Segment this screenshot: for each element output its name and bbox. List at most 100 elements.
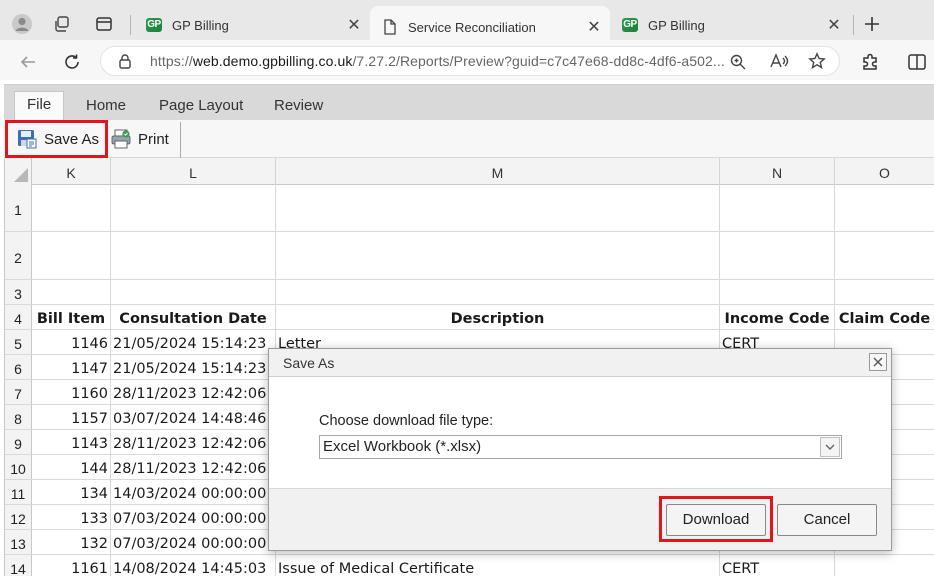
row-header[interactable]: 13: [5, 530, 32, 554]
address-bar[interactable]: https://web.demo.gpbilling.co.uk/7.27.2/…: [100, 46, 840, 76]
ribbon-tab-bar: File Home Page Layout Review: [4, 84, 934, 121]
row-header[interactable]: 14: [5, 555, 32, 576]
tab-home[interactable]: Home: [74, 93, 138, 121]
column-header-o[interactable]: O: [835, 158, 934, 185]
profile-icon[interactable]: [10, 12, 34, 36]
table-cell[interactable]: 07/03/2024 00:00:00: [111, 530, 276, 554]
table-cell[interactable]: [32, 280, 111, 304]
table-cell[interactable]: [720, 232, 835, 279]
vertical-tabs-icon[interactable]: [92, 12, 116, 36]
tab-gp-billing-1[interactable]: GP GP Billing ✕: [134, 8, 370, 42]
table-cell[interactable]: [835, 555, 934, 576]
file-toolbar: Save As Print: [4, 120, 934, 158]
table-cell[interactable]: 132: [32, 530, 111, 554]
table-cell[interactable]: 14/03/2024 00:00:00: [111, 480, 276, 504]
table-row: 4 Bill Item Consultation Date Description In…: [5, 305, 934, 330]
table-cell[interactable]: [32, 232, 111, 279]
table-cell[interactable]: 07/03/2024 00:00:00: [111, 505, 276, 529]
table-cell[interactable]: 14/08/2024 14:45:03: [111, 555, 276, 576]
table-cell[interactable]: 144: [32, 455, 111, 479]
table-cell[interactable]: 133: [32, 505, 111, 529]
table-cell[interactable]: [720, 280, 835, 304]
cancel-button[interactable]: Cancel: [777, 504, 877, 536]
column-header-l[interactable]: L: [111, 158, 276, 185]
gp-billing-favicon-icon: GP: [622, 18, 638, 32]
workspaces-icon[interactable]: [50, 12, 74, 36]
column-title-cell[interactable]: Claim Code: [835, 305, 934, 329]
table-cell[interactable]: 1157: [32, 405, 111, 429]
row-header[interactable]: 9: [5, 430, 32, 454]
table-cell[interactable]: 1146: [32, 330, 111, 354]
column-title-cell[interactable]: Description: [276, 305, 720, 329]
table-cell[interactable]: 28/11/2023 12:42:06: [111, 380, 276, 404]
table-cell[interactable]: [835, 185, 934, 231]
table-cell[interactable]: [835, 232, 934, 279]
column-title-cell[interactable]: Consultation Date: [111, 305, 276, 329]
table-cell[interactable]: [276, 232, 720, 279]
back-icon[interactable]: [14, 48, 42, 76]
chevron-down-icon[interactable]: [820, 437, 840, 457]
zoom-icon[interactable]: [729, 53, 747, 76]
table-cell[interactable]: 21/05/2024 15:14:23: [111, 330, 276, 354]
table-cell[interactable]: [835, 280, 934, 304]
table-cell[interactable]: [111, 185, 276, 231]
table-cell[interactable]: 1143: [32, 430, 111, 454]
split-screen-icon[interactable]: [903, 48, 931, 76]
column-title-cell[interactable]: Income Code: [720, 305, 835, 329]
table-cell[interactable]: 134: [32, 480, 111, 504]
table-cell[interactable]: [276, 280, 720, 304]
table-row: 2: [5, 232, 934, 280]
table-cell[interactable]: 1160: [32, 380, 111, 404]
column-header-m[interactable]: M: [276, 158, 720, 185]
dialog-close-icon[interactable]: [869, 353, 887, 371]
save-as-highlight-box: [5, 120, 108, 158]
table-cell[interactable]: 1147: [32, 355, 111, 379]
table-cell[interactable]: CERT: [720, 555, 835, 576]
close-tab-icon[interactable]: ✕: [344, 15, 364, 35]
row-header[interactable]: 6: [5, 355, 32, 379]
lock-icon[interactable]: [118, 53, 132, 74]
tab-page-layout[interactable]: Page Layout: [147, 93, 255, 121]
table-cell[interactable]: [32, 185, 111, 231]
column-header-n[interactable]: N: [720, 158, 835, 185]
row-header[interactable]: 11: [5, 480, 32, 504]
refresh-icon[interactable]: [58, 48, 86, 76]
table-cell[interactable]: [720, 185, 835, 231]
row-header[interactable]: 4: [5, 305, 32, 329]
select-all-corner[interactable]: [5, 158, 32, 185]
row-header[interactable]: 7: [5, 380, 32, 404]
column-header-k[interactable]: K: [32, 158, 111, 185]
favorite-star-icon[interactable]: [808, 52, 826, 75]
table-cell[interactable]: 1161: [32, 555, 111, 576]
tab-review[interactable]: Review: [262, 93, 335, 121]
row-header[interactable]: 1: [5, 185, 32, 231]
tab-file[interactable]: File: [14, 91, 65, 121]
table-cell[interactable]: 21/05/2024 15:14:23: [111, 355, 276, 379]
table-cell[interactable]: 28/11/2023 12:42:06: [111, 430, 276, 454]
document-favicon-icon: [382, 19, 398, 35]
row-header[interactable]: 12: [5, 505, 32, 529]
row-header[interactable]: 3: [5, 280, 32, 304]
table-cell[interactable]: 28/11/2023 12:42:06: [111, 455, 276, 479]
print-button[interactable]: Print: [110, 124, 169, 154]
tab-gp-billing-2[interactable]: GP GP Billing ✕: [610, 8, 850, 42]
extensions-icon[interactable]: [856, 48, 884, 76]
row-header[interactable]: 10: [5, 455, 32, 479]
table-cell[interactable]: [111, 232, 276, 279]
row-header[interactable]: 8: [5, 405, 32, 429]
column-title-cell[interactable]: Bill Item: [32, 305, 111, 329]
row-header[interactable]: 2: [5, 232, 32, 279]
table-cell[interactable]: 03/07/2024 14:48:46: [111, 405, 276, 429]
table-cell[interactable]: [276, 185, 720, 231]
read-aloud-icon[interactable]: [769, 52, 789, 75]
file-type-select[interactable]: Excel Workbook (*.xlsx): [319, 435, 842, 459]
new-tab-icon[interactable]: [860, 12, 884, 36]
close-tab-icon[interactable]: ✕: [584, 17, 604, 37]
file-type-selected-value: Excel Workbook (*.xlsx): [323, 438, 482, 455]
table-cell[interactable]: Issue of Medical Certificate: [276, 555, 720, 576]
save-as-dialog: Save As Choose download file type: Excel…: [268, 348, 892, 551]
close-tab-icon[interactable]: ✕: [824, 15, 844, 35]
file-type-label: Choose download file type:: [319, 413, 494, 429]
table-cell[interactable]: [111, 280, 276, 304]
row-header[interactable]: 5: [5, 330, 32, 354]
